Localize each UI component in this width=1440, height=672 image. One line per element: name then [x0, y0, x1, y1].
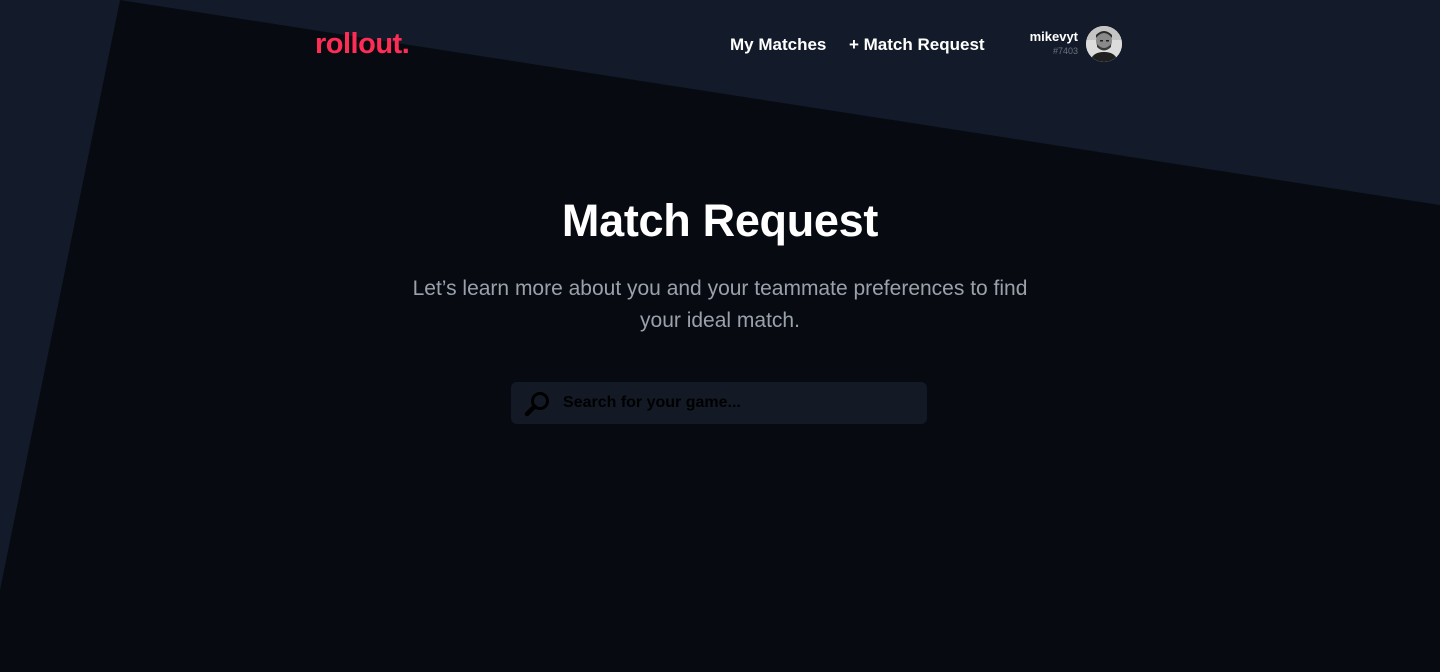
nav-match-request[interactable]: + Match Request	[849, 34, 985, 56]
page-subtitle: Let’s learn more about you and your team…	[412, 277, 1028, 332]
username: mikevyt	[1029, 29, 1078, 44]
search-input[interactable]	[563, 382, 913, 424]
nav-my-matches[interactable]: My Matches	[730, 34, 826, 56]
logo[interactable]: rollout.	[315, 26, 410, 62]
page-title: Match Request	[561, 195, 879, 246]
search-icon	[524, 390, 552, 418]
game-search[interactable]	[511, 382, 927, 424]
user-avatar-icon[interactable]	[1086, 26, 1122, 62]
user-menu[interactable]: mikevyt #7403	[1020, 25, 1124, 63]
main-content: Match Request Let’s learn more about you…	[0, 0, 1440, 672]
top-nav: rollout. My Matches + Match Request mike…	[0, 0, 1440, 90]
user-tag: #7403	[1052, 46, 1078, 56]
